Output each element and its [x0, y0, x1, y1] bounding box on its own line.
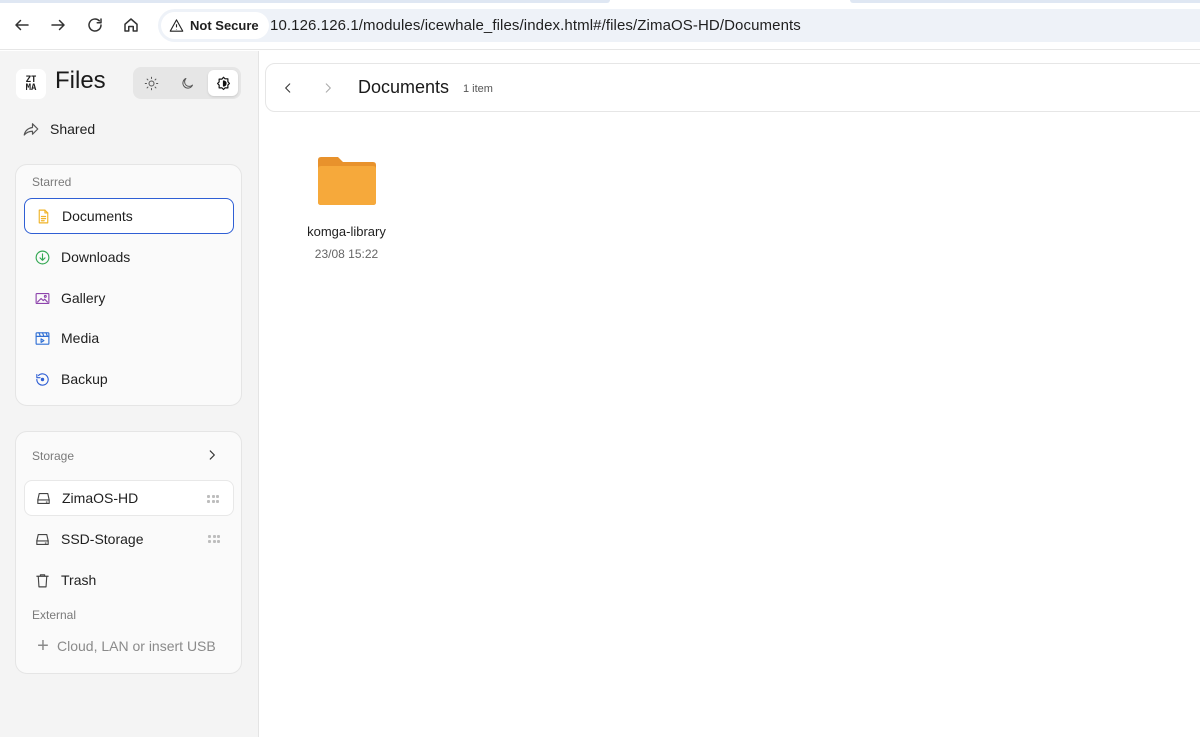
dark-theme-button[interactable] [172, 70, 202, 96]
tab-edge-left [0, 0, 610, 3]
moon-icon [181, 77, 193, 89]
sidebar-item-gallery[interactable]: Gallery [24, 280, 234, 316]
main-content: Documents 1 item komga-library 23/08 15:… [260, 51, 1200, 737]
current-folder-title: Documents [358, 77, 450, 97]
file-toolbar: Documents 1 item [265, 63, 1200, 112]
sidebar-item-label: Shared [50, 121, 96, 137]
drive-icon [34, 531, 51, 548]
warning-triangle-icon [169, 19, 184, 32]
folder-back-button[interactable] [278, 78, 298, 98]
sidebar-item-documents[interactable]: Documents [24, 198, 234, 234]
sidebar-item-label: Backup [61, 371, 108, 387]
item-count: 1 item [463, 83, 493, 95]
sidebar-item-ssd-storage[interactable]: SSD-Storage [24, 521, 234, 557]
zima-logo: ZT MA [16, 69, 46, 99]
add-external-label: Cloud, LAN or insert USB [57, 638, 216, 654]
folder-forward-button[interactable] [318, 78, 338, 98]
document-icon [35, 208, 52, 225]
storage-expand-button[interactable] [205, 448, 219, 462]
browser-reload-button[interactable] [83, 13, 107, 37]
reload-icon [88, 18, 102, 32]
security-indicator[interactable]: Not Secure [161, 12, 269, 39]
tab-strip-edge [0, 0, 1200, 3]
folder-item[interactable]: komga-library 23/08 15:22 [290, 146, 403, 266]
sun-icon [144, 76, 158, 90]
address-bar[interactable]: Not Secure 10.126.126.1/modules/icewhale… [158, 9, 1200, 42]
app-title: Files [55, 67, 106, 94]
sidebar: ZT MA Files Shared Starred Documents Dow… [0, 51, 259, 737]
share-arrow-icon [23, 123, 39, 136]
chevron-left-icon [285, 83, 291, 93]
storage-panel: Storage ZimaOS-HD SSD-Storage Trash Exte… [15, 431, 242, 674]
sidebar-item-label: Downloads [61, 249, 131, 265]
theme-switcher [133, 67, 241, 99]
backup-icon [34, 371, 51, 388]
sidebar-item-label: ZimaOS-HD [62, 490, 139, 506]
trash-icon [34, 572, 51, 589]
starred-panel: Starred Documents Downloads Gallery Medi… [15, 164, 242, 406]
arrow-right-icon [51, 19, 65, 31]
logo-text: ZT MA [25, 76, 37, 93]
sidebar-item-backup[interactable]: Backup [24, 361, 234, 397]
sidebar-item-label: Gallery [61, 290, 106, 306]
download-icon [34, 249, 51, 266]
file-date: 23/08 15:22 [314, 247, 379, 261]
chevron-right-icon [325, 83, 331, 93]
sidebar-item-label: Documents [62, 208, 133, 224]
browser-toolbar: Not Secure 10.126.126.1/modules/icewhale… [0, 0, 1200, 50]
storage-section-label: Storage [32, 449, 75, 463]
sidebar-item-downloads[interactable]: Downloads [24, 239, 234, 275]
sidebar-item-zimaos-hd[interactable]: ZimaOS-HD [24, 480, 234, 516]
file-name: komga-library [307, 224, 386, 239]
sidebar-item-label: Trash [61, 572, 97, 588]
logo-text-bottom: MA [25, 83, 37, 93]
plus-icon: + [37, 635, 49, 657]
add-external-storage-button[interactable]: + Cloud, LAN or insert USB [36, 635, 216, 657]
url-text[interactable]: 10.126.126.1/modules/icewhale_files/inde… [270, 17, 801, 34]
image-icon [34, 290, 51, 307]
tab-edge-right [850, 0, 1200, 3]
home-icon [124, 18, 138, 32]
sidebar-item-label: SSD-Storage [61, 531, 144, 547]
arrow-left-icon [15, 19, 29, 31]
browser-home-button[interactable] [119, 13, 143, 37]
sidebar-item-media[interactable]: Media [24, 320, 234, 356]
browser-forward-button[interactable] [46, 13, 70, 37]
sidebar-item-trash[interactable]: Trash [24, 562, 234, 598]
auto-theme-icon [216, 76, 230, 90]
light-theme-button[interactable] [136, 70, 166, 96]
chevron-right-icon [209, 450, 215, 460]
drag-handle[interactable] [207, 495, 219, 503]
folder-icon [318, 157, 376, 205]
sidebar-item-label: Media [61, 330, 100, 346]
auto-theme-button[interactable] [208, 70, 238, 96]
video-icon [34, 330, 51, 347]
security-label: Not Secure [190, 18, 259, 33]
external-section-label: External [32, 608, 77, 622]
sidebar-item-shared[interactable]: Shared [22, 117, 95, 141]
browser-back-button[interactable] [10, 13, 34, 37]
drive-icon [35, 490, 52, 507]
starred-section-label: Starred [32, 175, 72, 189]
drag-handle[interactable] [208, 535, 220, 543]
